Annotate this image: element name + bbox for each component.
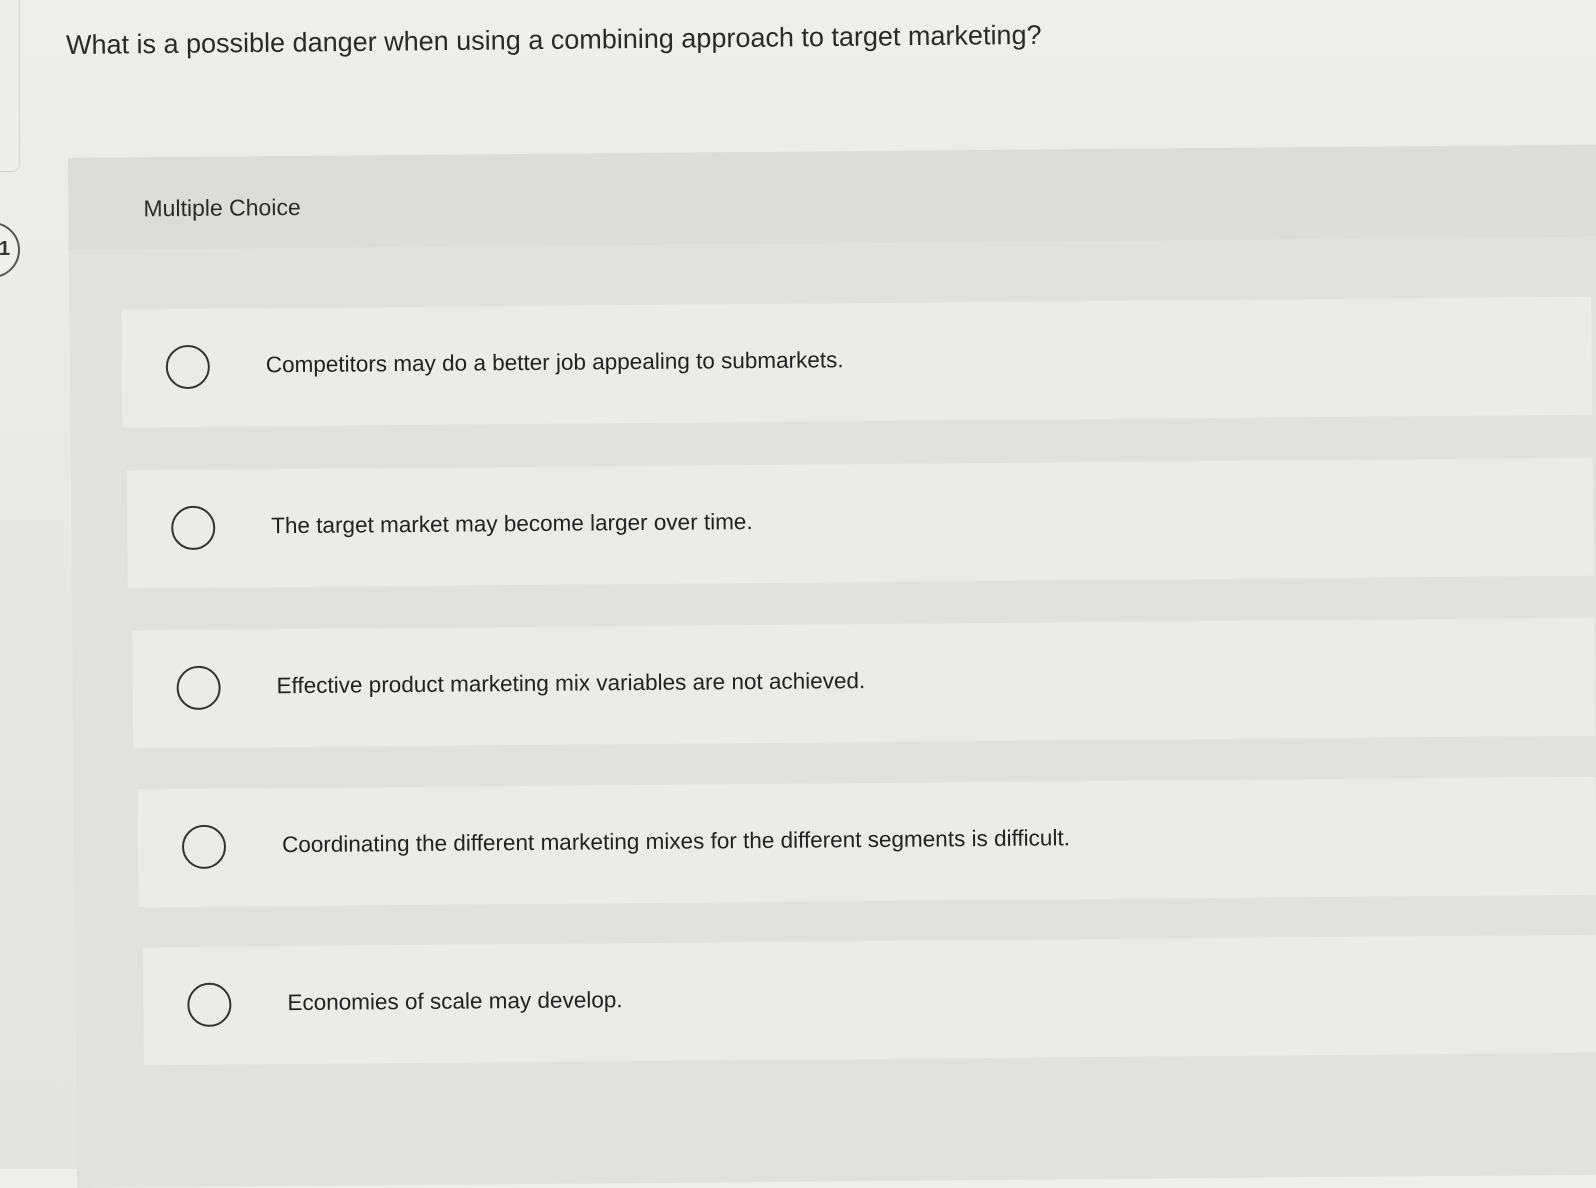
- radio-button[interactable]: [171, 505, 216, 551]
- answer-option[interactable]: The target market may become larger over…: [126, 457, 1594, 589]
- answer-option[interactable]: Competitors may do a better job appealin…: [121, 296, 1593, 428]
- multiple-choice-header: Multiple Choice: [68, 144, 1596, 250]
- sidebar-edge-card: [0, 0, 20, 172]
- multiple-choice-label: Multiple Choice: [143, 193, 301, 222]
- answer-option-label: Economies of scale may develop.: [287, 987, 623, 1016]
- answer-option-label: Effective product marketing mix variable…: [276, 668, 866, 699]
- radio-button[interactable]: [181, 824, 227, 870]
- radio-button[interactable]: [165, 344, 211, 390]
- answer-option-label: Competitors may do a better job appealin…: [265, 347, 844, 378]
- answer-option[interactable]: Coordinating the different marketing mix…: [137, 776, 1596, 908]
- answer-option[interactable]: Economies of scale may develop.: [142, 934, 1596, 1066]
- question-number-badge[interactable]: 1: [0, 222, 20, 278]
- radio-button[interactable]: [176, 665, 221, 711]
- answer-option-label: The target market may become larger over…: [271, 509, 753, 539]
- answer-option-label: Coordinating the different marketing mix…: [281, 825, 1071, 858]
- answer-option[interactable]: Effective product marketing mix variable…: [132, 617, 1596, 749]
- multiple-choice-panel: Multiple Choice Competitors may do a bet…: [68, 144, 1596, 1188]
- question-prompt: What is a possible danger when using a c…: [65, 19, 1042, 60]
- question-number: 1: [0, 238, 10, 260]
- radio-button[interactable]: [187, 982, 232, 1027]
